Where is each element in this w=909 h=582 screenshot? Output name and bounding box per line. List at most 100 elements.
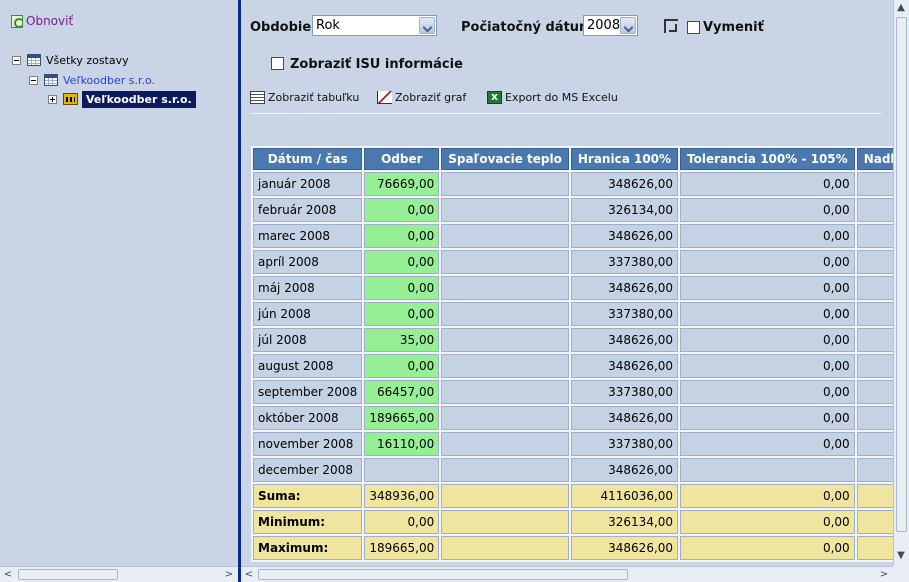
column-header[interactable]: Odber [364, 148, 440, 170]
spalovacie-teplo-cell [441, 406, 569, 430]
report-main-pane: Obdobie: Rok Počiatočný dátum: 2008 Vyme… [241, 0, 893, 566]
swap-checkbox[interactable] [687, 21, 700, 34]
scroll-right-icon[interactable]: > [877, 568, 891, 582]
scroll-thumb[interactable] [258, 569, 628, 580]
scroll-down-icon[interactable]: ▼ [894, 549, 908, 563]
table-row[interactable]: október 2008 189665,00 348626,00 0,00 [253, 406, 893, 430]
hranica-cell: 348626,00 [570, 354, 679, 378]
table-icon [250, 91, 265, 104]
nadlimit-cell [856, 432, 893, 456]
collapse-icon[interactable] [29, 75, 38, 85]
chevron-down-icon[interactable] [419, 17, 435, 34]
odber-cell: 35,00 [364, 328, 440, 352]
tree-node-label[interactable]: Veľkoodber s.r.o. [63, 74, 155, 87]
refresh-icon [11, 14, 24, 28]
scroll-thumb[interactable] [18, 569, 118, 580]
spalovacie-teplo-cell [441, 380, 569, 404]
toolbar-divider [250, 113, 882, 114]
table-row[interactable]: apríl 2008 0,00 337380,00 0,00 [253, 250, 893, 274]
scrollbar-corner [893, 566, 909, 582]
nadlimit-cell [856, 354, 893, 378]
spalovacie-teplo-cell [441, 484, 569, 508]
factory-icon [63, 93, 78, 105]
spalovacie-teplo-cell [441, 510, 569, 534]
hranica-cell: 337380,00 [570, 250, 679, 274]
date-cell: august 2008 [253, 354, 363, 378]
spalovacie-teplo-cell [441, 172, 569, 196]
collapse-icon[interactable] [12, 55, 21, 65]
tree-node-company-site[interactable]: Veľkoodber s.r.o. [48, 90, 196, 108]
scroll-thumb[interactable] [896, 17, 907, 532]
tolerancia-cell: 0,00 [680, 172, 855, 196]
scroll-up-icon[interactable]: ▲ [894, 1, 908, 15]
table-row[interactable]: september 2008 66457,00 337380,00 0,00 [253, 380, 893, 404]
refresh-button[interactable]: Obnoviť [11, 14, 73, 28]
table-row[interactable]: december 2008 348626,00 [253, 458, 893, 482]
swap-label: Vymeniť [703, 20, 764, 35]
export-excel-label: Export do MS Excelu [505, 91, 618, 104]
nadlimit-cell [856, 172, 893, 196]
summary-label-cell: Suma: [253, 484, 363, 508]
nadlimit-cell [856, 458, 893, 482]
date-cell: apríl 2008 [253, 250, 363, 274]
table-row[interactable]: marec 2008 0,00 348626,00 0,00 [253, 224, 893, 248]
column-header[interactable]: Spaľovacie teplo [441, 148, 569, 170]
hranica-cell: 348626,00 [570, 536, 679, 560]
show-chart-button[interactable]: Zobraziť graf [377, 91, 466, 104]
odber-cell: 0,00 [364, 302, 440, 326]
odber-cell: 0,00 [364, 276, 440, 300]
table-row[interactable]: november 2008 16110,00 337380,00 0,00 [253, 432, 893, 456]
nadlimit-cell [856, 406, 893, 430]
odber-cell: 0,00 [364, 198, 440, 222]
scroll-right-icon[interactable]: > [222, 568, 236, 582]
odber-cell: 0,00 [364, 354, 440, 378]
tree-node-selected-label[interactable]: Veľkoodber s.r.o. [82, 90, 196, 108]
excel-icon [487, 90, 502, 104]
tolerancia-cell: 0,00 [680, 406, 855, 430]
nadlimit-cell [856, 484, 893, 508]
main-vertical-scrollbar[interactable]: ▲ ▼ [893, 0, 909, 566]
tree-node-all-reports[interactable]: Všetky zostavy [12, 52, 129, 68]
period-select[interactable]: Rok [312, 15, 437, 36]
column-header[interactable]: Hranica 100% [570, 148, 679, 170]
tolerancia-cell: 0,00 [680, 224, 855, 248]
show-table-button[interactable]: Zobraziť tabuľku [250, 91, 359, 104]
spalovacie-teplo-cell [441, 536, 569, 560]
table-row[interactable]: máj 2008 0,00 348626,00 0,00 [253, 276, 893, 300]
date-cell: december 2008 [253, 458, 363, 482]
nadlimit-cell [856, 510, 893, 534]
tree-horizontal-scrollbar[interactable]: < > [0, 566, 238, 582]
date-cell: február 2008 [253, 198, 363, 222]
isu-info-checkbox[interactable] [271, 57, 284, 70]
table-row[interactable]: august 2008 0,00 348626,00 0,00 [253, 354, 893, 378]
table-row[interactable]: január 2008 76669,00 348626,00 0,00 [253, 172, 893, 196]
spalovacie-teplo-cell [441, 224, 569, 248]
tolerancia-cell: 0,00 [680, 198, 855, 222]
table-row[interactable]: február 2008 0,00 326134,00 0,00 [253, 198, 893, 222]
odber-cell: 189665,00 [364, 406, 440, 430]
hranica-cell: 348626,00 [570, 328, 679, 352]
column-header[interactable]: Nadlimit 105 [856, 148, 893, 170]
table-row[interactable]: jún 2008 0,00 337380,00 0,00 [253, 302, 893, 326]
hranica-cell: 4116036,00 [570, 484, 679, 508]
summary-label-cell: Minimum: [253, 510, 363, 534]
export-excel-button[interactable]: Export do MS Excelu [487, 90, 618, 104]
hranica-cell: 348626,00 [570, 458, 679, 482]
swap-icon[interactable] [664, 19, 678, 33]
column-header[interactable]: Tolerancia 100% - 105% [680, 148, 855, 170]
spalovacie-teplo-cell [441, 198, 569, 222]
table-row[interactable]: júl 2008 35,00 348626,00 0,00 [253, 328, 893, 352]
start-year-select[interactable]: 2008 [583, 15, 638, 36]
main-horizontal-scrollbar[interactable]: < > [241, 566, 893, 582]
show-chart-label: Zobraziť graf [395, 91, 467, 104]
column-header[interactable]: Dátum / čas [253, 148, 363, 170]
nadlimit-cell [856, 380, 893, 404]
scroll-left-icon[interactable]: < [242, 568, 256, 582]
tree-node-company[interactable]: Veľkoodber s.r.o. [29, 72, 155, 88]
expand-icon[interactable] [48, 94, 57, 104]
chevron-down-icon[interactable] [620, 17, 636, 34]
odber-cell: 0,00 [364, 510, 440, 534]
scroll-left-icon[interactable]: < [1, 568, 15, 582]
tolerancia-cell: 0,00 [680, 302, 855, 326]
report-tree-pane: Obnoviť Všetky zostavy Veľkoodber s.r.o.… [0, 0, 238, 566]
